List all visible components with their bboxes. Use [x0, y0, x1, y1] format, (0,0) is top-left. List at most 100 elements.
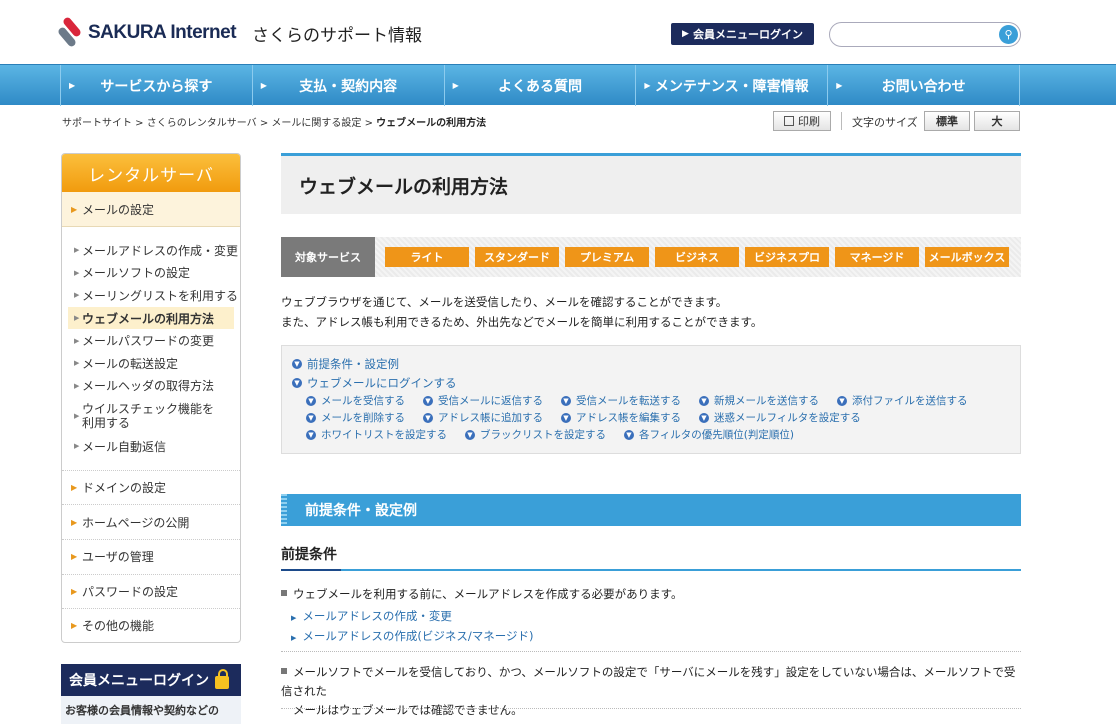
chevron-down-icon: ▼ — [561, 395, 571, 406]
toc-sublink-label: アドレス帳に追加する — [438, 412, 543, 424]
service-tag: スタンダード — [475, 247, 559, 267]
toc-sublink[interactable]: ▼ 各フィルタの優先順位(判定順位) — [624, 427, 794, 442]
toc-sublink[interactable]: ▼ メールを受信する — [306, 393, 405, 408]
member-login-button[interactable]: ▶ 会員メニューログイン — [671, 23, 814, 45]
sidebar-section-mail[interactable]: ▶ メールの設定 — [62, 192, 240, 227]
sidebar-item-users[interactable]: ▶ ユーザの管理 — [62, 538, 240, 574]
member-login-box: 会員メニューログイン お客様の会員情報や契約などの — [61, 664, 241, 724]
toc-sub-row: ▼ メールを受信する ▼ 受信メールに返信する ▼ 受信メールを転送する ▼ 新規メール… — [292, 392, 1010, 409]
nav-label: 支払・契約内容 — [299, 78, 398, 95]
sidebar-subitem-label: ウイルスチェック機能を 利用する — [82, 402, 214, 430]
body-text: ウェブメールを利用する前に、メールアドレスを作成する必要があります。 — [293, 587, 683, 601]
triangle-right-icon: ▶ — [644, 81, 651, 90]
sidebar-item-password[interactable]: ▶ パスワードの設定 — [62, 573, 240, 609]
triangle-right-icon: ▶ — [71, 483, 78, 493]
sidebar-item-label: ドメインの設定 — [82, 481, 167, 496]
sidebar-subitem[interactable]: ▶ メールヘッダの取得方法 — [62, 375, 240, 398]
triangle-right-icon: ▶ — [71, 517, 78, 527]
toc-sublink[interactable]: ▼ 迷惑メールフィルタを設定する — [699, 410, 861, 425]
search-input[interactable] — [840, 26, 990, 43]
nav-item-services[interactable]: ▶ サービスから探す — [60, 65, 252, 106]
sidebar-subitem-active[interactable]: ▶ ウェブメールの利用方法 — [68, 306, 234, 330]
nav-label: メンテナンス・障害情報 — [654, 78, 809, 95]
font-size-large-button[interactable]: 大 — [974, 111, 1020, 131]
toc-link[interactable]: ▼ 前提条件・設定例 — [292, 354, 1010, 373]
sidebar-title[interactable]: レンタルサーバ — [62, 154, 240, 192]
sidebar-subitem[interactable]: ▶ メールの転送設定 — [62, 352, 240, 375]
chevron-down-icon: ▼ — [699, 412, 709, 423]
sidebar-subitem[interactable]: ▶ メールソフトの設定 — [62, 262, 240, 285]
sidebar-section-label: メールの設定 — [82, 202, 155, 217]
sidebar-subitem-line2: 利用する — [82, 416, 131, 431]
intro-line: また、アドレス帳も利用できるため、外出先などでメールを簡単に利用することができま… — [281, 315, 763, 329]
toc-sublink[interactable]: ▼ 受信メールに返信する — [423, 393, 543, 408]
sidebar-subitem[interactable]: ▶ ウイルスチェック機能を 利用する — [62, 397, 240, 435]
bullet-icon: ▶ — [74, 359, 80, 368]
body-text: メールソフトでメールを受信しており、かつ、メールソフトの設定で「サーバにメールを… — [281, 665, 1016, 698]
intro-text: ウェブブラウザを通じて、メールを送受信したり、メールを確認することができます。 … — [281, 292, 762, 332]
bullet-icon: ▶ — [74, 246, 80, 255]
service-label: 対象サービス — [281, 237, 375, 277]
print-button[interactable]: 印刷 — [773, 111, 831, 131]
sidebar-subitem[interactable]: ▶ メールパスワードの変更 — [62, 329, 240, 352]
search-icon[interactable]: ⚲ — [999, 25, 1018, 44]
nav-item-faq[interactable]: ▶ よくある質問 — [443, 65, 636, 106]
nav-item-contact[interactable]: ▶ お問い合わせ — [827, 65, 1020, 106]
bullet-icon: ▶ — [74, 381, 80, 390]
breadcrumb-link[interactable]: さくらのレンタルサーバ — [147, 118, 257, 129]
sidebar-item-domain[interactable]: ▶ ドメインの設定 — [62, 469, 240, 505]
table-of-contents: ▼ 前提条件・設定例 ▼ ウェブメールにログインする ▼ メールを受信する ▼ 受信メー… — [281, 345, 1021, 454]
sidebar-item-label: ホームページの公開 — [82, 515, 190, 530]
toc-link[interactable]: ▼ ウェブメールにログインする — [292, 373, 1010, 392]
chevron-down-icon: ▼ — [624, 429, 634, 440]
subsection-heading: 前提条件 — [281, 544, 1021, 571]
toc-sublink-label: メールを受信する — [321, 395, 405, 407]
triangle-right-icon: ▶ — [71, 586, 78, 596]
toc-sublink[interactable]: ▼ アドレス帳を編集する — [561, 410, 681, 425]
sidebar-item-label: パスワードの設定 — [82, 584, 179, 599]
toc-sublink-label: メールを削除する — [321, 412, 405, 424]
font-size-normal-button[interactable]: 標準 — [924, 111, 970, 131]
toc-sublink[interactable]: ▼ ホワイトリストを設定する — [306, 427, 447, 442]
nav-item-payment[interactable]: ▶ 支払・契約内容 — [251, 65, 444, 106]
sidebar-item-other[interactable]: ▶ その他の機能 — [62, 608, 240, 642]
sidebar-item-homepage[interactable]: ▶ ホームページの公開 — [62, 504, 240, 539]
sidebar-subitem-label: メールアドレスの作成・変更 — [82, 243, 239, 258]
body-text: メールはウェブメールでは確認できません。 — [293, 703, 523, 717]
breadcrumb-link[interactable]: メールに関する設定 — [271, 118, 361, 129]
toc-sub-row: ▼ ホワイトリストを設定する ▼ ブラックリストを設定する ▼ 各フィルタの優先順位(… — [292, 426, 1010, 443]
main-content: ウェブメールの利用方法 対象サービス ライト スタンダード プレミアム ビジネス… — [281, 153, 1021, 717]
body-paragraph: ウェブメールを利用する前に、メールアドレスを作成する必要があります。 — [281, 585, 683, 604]
member-login-label: 会員メニューログイン — [692, 28, 803, 41]
content-link[interactable]: ▶ メールアドレスの作成(ビジネス/マネージド) — [291, 628, 534, 644]
content-link[interactable]: ▶ メールアドレスの作成・変更 — [291, 608, 452, 624]
toc-sublink-label: 受信メールを転送する — [576, 395, 681, 407]
chevron-down-icon: ▼ — [423, 412, 433, 423]
lock-icon — [215, 668, 229, 689]
member-login-heading[interactable]: 会員メニューログイン — [61, 664, 241, 696]
breadcrumb-link[interactable]: サポートサイト — [62, 118, 132, 129]
sidebar-subitem-label: ウェブメールの利用方法 — [82, 311, 215, 326]
toc-sublink[interactable]: ▼ アドレス帳に追加する — [423, 410, 543, 425]
toc-sublink-label: 新規メールを送信する — [714, 395, 819, 407]
sidebar-subitem[interactable]: ▶ メールアドレスの作成・変更 — [62, 239, 240, 262]
bullet-icon: ▶ — [74, 336, 80, 345]
service-tag: ライト — [385, 247, 469, 267]
toc-sublink-label: アドレス帳を編集する — [576, 412, 681, 424]
toc-sublink[interactable]: ▼ メールを削除する — [306, 410, 405, 425]
printer-icon — [784, 116, 794, 126]
nav-label: サービスから探す — [100, 78, 213, 95]
logo[interactable]: SAKURA Internet さくらのサポート情報 — [56, 16, 422, 50]
nav-label: よくある質問 — [497, 78, 582, 95]
service-tag: メールボックス — [925, 247, 1009, 267]
global-nav: ▶ サービスから探す ▶ 支払・契約内容 ▶ よくある質問 ▶ メンテナンス・障害情報 … — [0, 64, 1116, 106]
toc-sublink[interactable]: ▼ ブラックリストを設定する — [465, 427, 606, 442]
toc-sublink[interactable]: ▼ 添付ファイルを送信する — [837, 393, 968, 408]
toc-sublink[interactable]: ▼ 新規メールを送信する — [699, 393, 819, 408]
header: SAKURA Internet さくらのサポート情報 ▶ 会員メニューログイン … — [0, 0, 1116, 64]
sidebar-subitem[interactable]: ▶ メーリングリストを利用する — [62, 284, 240, 307]
toc-sublink[interactable]: ▼ 受信メールを転送する — [561, 393, 681, 408]
sidebar-subitem[interactable]: ▶ メール自動返信 — [62, 435, 240, 458]
toc-sublink-label: ブラックリストを設定する — [480, 429, 606, 441]
nav-item-maintenance[interactable]: ▶ メンテナンス・障害情報 — [635, 65, 827, 106]
